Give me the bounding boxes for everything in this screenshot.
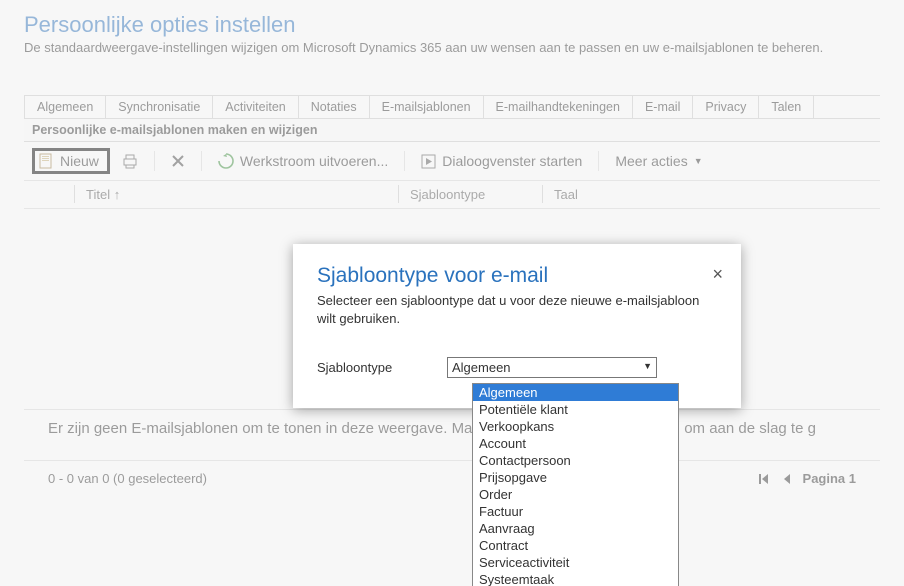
chevron-down-icon: ▼ — [694, 156, 703, 166]
tab-talen[interactable]: Talen — [759, 96, 814, 118]
template-type-label: Sjabloontype — [317, 360, 427, 375]
dropdown-option[interactable]: Prijsopgave — [473, 469, 678, 486]
tab-synchronisatie[interactable]: Synchronisatie — [106, 96, 213, 118]
dropdown-option[interactable]: Serviceactiviteit — [473, 554, 678, 571]
refresh-icon — [218, 153, 234, 169]
column-title[interactable]: Titel ↑ — [74, 187, 398, 202]
separator — [404, 151, 405, 171]
page-description: De standaardweergave-instellingen wijzig… — [24, 40, 880, 55]
run-workflow-button[interactable]: Werkstroom uitvoeren... — [212, 151, 394, 171]
dropdown-option[interactable]: Factuur — [473, 503, 678, 520]
pager: 0 - 0 van 0 (0 geselecteerd) Pagina 1 — [24, 461, 880, 496]
grid-empty-message: Er zijn geen E-mailsjablonen om te tonen… — [24, 409, 880, 461]
section-title: Persoonlijke e-mailsjablonen maken en wi… — [24, 118, 880, 142]
new-button[interactable]: Nieuw — [32, 148, 110, 174]
dialog-description: Selecteer een sjabloontype dat u voor de… — [317, 292, 717, 327]
tab-privacy[interactable]: Privacy — [693, 96, 759, 118]
dropdown-option[interactable]: Potentiële klant — [473, 401, 678, 418]
play-icon — [421, 154, 436, 169]
tab-activiteiten[interactable]: Activiteiten — [213, 96, 298, 118]
pager-page-label: Pagina 1 — [803, 471, 856, 486]
toolbar: Nieuw Werkstroom uitvoeren... Dialoogven… — [24, 142, 880, 181]
delete-button[interactable] — [165, 152, 191, 170]
template-type-selected-value: Algemeen — [452, 360, 511, 375]
close-icon[interactable]: × — [712, 264, 723, 285]
dropdown-option[interactable]: Verkoopkans — [473, 418, 678, 435]
dialog-title: Sjabloontype voor e-mail — [317, 264, 717, 288]
dropdown-option[interactable]: Contract — [473, 537, 678, 554]
tab-notaties[interactable]: Notaties — [299, 96, 370, 118]
tab-algemeen[interactable]: Algemeen — [24, 96, 106, 118]
first-page-icon[interactable] — [757, 472, 771, 486]
dropdown-option[interactable]: Aanvraag — [473, 520, 678, 537]
document-icon — [39, 153, 54, 169]
tab-e-mail[interactable]: E-mail — [633, 96, 693, 118]
separator — [598, 151, 599, 171]
column-type[interactable]: Sjabloontype — [398, 187, 542, 202]
run-workflow-label: Werkstroom uitvoeren... — [240, 153, 388, 169]
dropdown-option[interactable]: Contactpersoon — [473, 452, 678, 469]
dropdown-option[interactable]: Order — [473, 486, 678, 503]
separator — [154, 151, 155, 171]
dropdown-option[interactable]: Algemeen — [473, 384, 678, 401]
delete-icon — [171, 154, 185, 168]
new-button-label: Nieuw — [60, 153, 99, 169]
separator — [201, 151, 202, 171]
page-title: Persoonlijke opties instellen — [24, 12, 880, 38]
dropdown-option[interactable]: Account — [473, 435, 678, 452]
grid-headers: Titel ↑ Sjabloontype Taal — [24, 181, 880, 209]
start-dialog-label: Dialoogvenster starten — [442, 153, 582, 169]
print-icon — [122, 154, 138, 169]
tabs-bar: AlgemeenSynchronisatieActiviteitenNotati… — [24, 95, 880, 118]
template-type-select[interactable]: Algemeen ▼ — [447, 357, 657, 378]
dropdown-option[interactable]: Systeemtaak — [473, 571, 678, 586]
pager-status: 0 - 0 van 0 (0 geselecteerd) — [48, 471, 207, 486]
print-button[interactable] — [116, 152, 144, 171]
start-dialog-button[interactable]: Dialoogvenster starten — [415, 151, 588, 171]
chevron-down-icon: ▼ — [643, 361, 652, 371]
tab-e-mailhandtekeningen[interactable]: E-mailhandtekeningen — [484, 96, 633, 118]
column-language[interactable]: Taal — [542, 187, 590, 202]
tab-e-mailsjablonen[interactable]: E-mailsjablonen — [370, 96, 484, 118]
more-actions-button[interactable]: Meer acties ▼ — [609, 151, 708, 171]
prev-page-icon[interactable] — [781, 472, 793, 486]
more-actions-label: Meer acties — [615, 153, 687, 169]
template-type-dropdown[interactable]: AlgemeenPotentiële klantVerkoopkansAccou… — [472, 383, 679, 586]
